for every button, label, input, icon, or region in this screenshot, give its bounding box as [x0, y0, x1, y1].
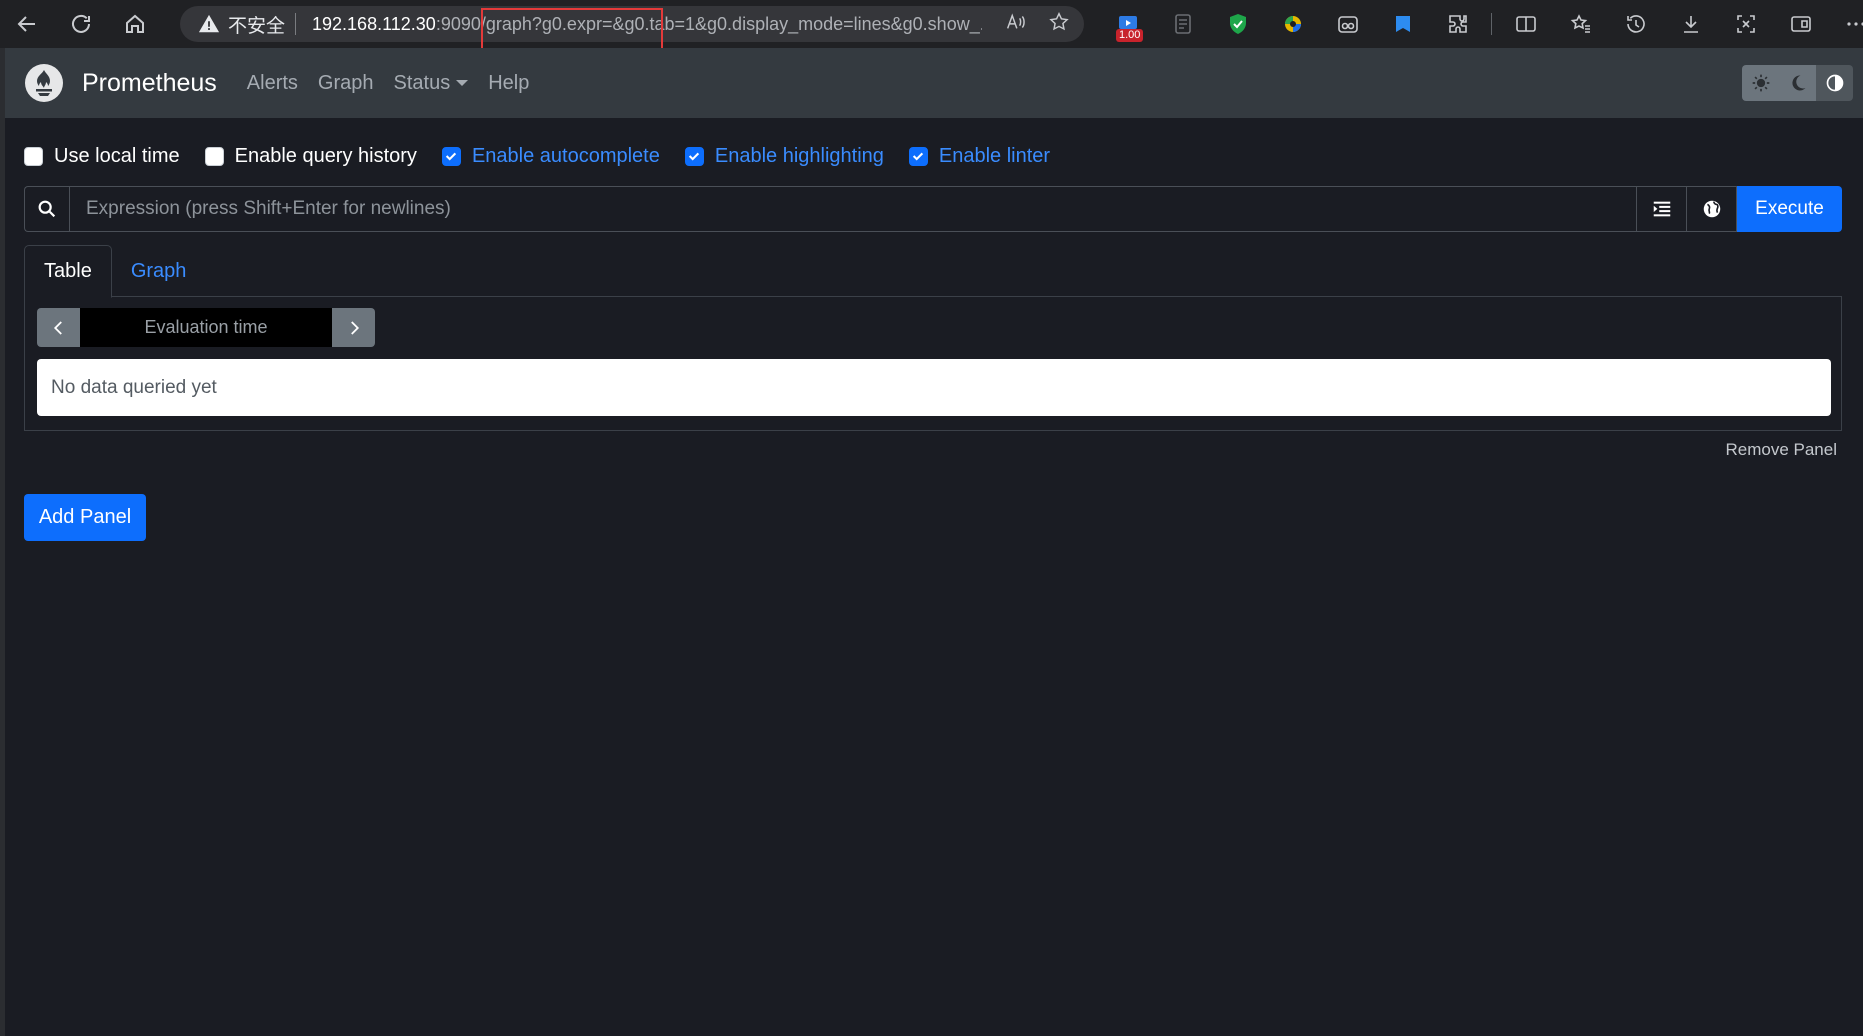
- chevron-right-icon: [350, 320, 359, 335]
- extension-glasses-icon[interactable]: [1320, 0, 1375, 48]
- option-enable-query-history[interactable]: Enable query history: [204, 144, 417, 168]
- execute-button[interactable]: Execute: [1737, 186, 1842, 232]
- browser-essentials-icon[interactable]: [1773, 0, 1828, 48]
- chevron-left-icon: [53, 320, 62, 335]
- option-enable-linter[interactable]: Enable linter: [908, 144, 1051, 168]
- table-panel-body: No data queried yet: [24, 297, 1842, 431]
- caret-down-icon: [456, 80, 469, 86]
- query-history-checkbox[interactable]: [204, 146, 224, 166]
- contrast-icon: [1826, 74, 1843, 92]
- browser-toolbar: 不安全 192.168.112.30:9090/graph?g0.expr=&g…: [0, 0, 1863, 63]
- remove-panel-link[interactable]: Remove Panel: [1725, 440, 1837, 460]
- back-icon[interactable]: [0, 0, 54, 48]
- option-label: Use local time: [54, 144, 180, 167]
- extension-shield-icon[interactable]: [1210, 0, 1265, 48]
- option-label: Enable query history: [234, 144, 417, 167]
- favorites-icon[interactable]: [1553, 0, 1608, 48]
- nav-link-status-label: Status: [393, 71, 451, 94]
- brand-title[interactable]: Prometheus: [82, 69, 217, 98]
- list-icon: [1653, 201, 1670, 217]
- extension-bookmark-icon[interactable]: [1375, 0, 1430, 48]
- panel-tabs: Table Graph: [24, 245, 1842, 298]
- read-aloud-icon[interactable]: [1004, 11, 1026, 38]
- main-content: Use local time Enable query history Enab…: [5, 118, 1863, 1036]
- eval-time-prev-button[interactable]: [37, 308, 80, 347]
- extensions-puzzle-icon[interactable]: [1430, 0, 1485, 48]
- theme-auto-button[interactable]: [1816, 65, 1853, 101]
- sun-icon: [1752, 74, 1769, 92]
- add-panel-button[interactable]: Add Panel: [24, 494, 146, 541]
- reload-icon[interactable]: [54, 0, 108, 48]
- eval-time-next-button[interactable]: [332, 308, 375, 347]
- checkmark-icon: [446, 152, 457, 161]
- metric-globe-button[interactable]: [1687, 186, 1737, 232]
- no-data-message: No data queried yet: [37, 359, 1831, 416]
- prometheus-logo-icon[interactable]: [24, 63, 64, 103]
- home-icon[interactable]: [108, 0, 162, 48]
- more-menu-icon[interactable]: [1828, 0, 1863, 48]
- theme-light-button[interactable]: [1742, 65, 1779, 101]
- expression-row: Execute: [24, 186, 1842, 232]
- search-icon: [24, 186, 69, 232]
- tab-table[interactable]: Table: [24, 245, 112, 298]
- screenshot-icon[interactable]: [1718, 0, 1773, 48]
- nav-link-graph[interactable]: Graph: [318, 72, 374, 95]
- extension-video-speed-icon[interactable]: 1.00: [1100, 0, 1155, 48]
- linter-checkbox[interactable]: [908, 146, 928, 166]
- option-use-local-time[interactable]: Use local time: [24, 145, 180, 168]
- option-enable-autocomplete[interactable]: Enable autocomplete: [441, 144, 660, 168]
- tab-graph[interactable]: Graph: [112, 245, 206, 297]
- address-bar[interactable]: 不安全 192.168.112.30:9090/graph?g0.expr=&g…: [180, 6, 1084, 63]
- autocomplete-checkbox[interactable]: [441, 146, 461, 166]
- insecure-label: 不安全: [228, 15, 286, 37]
- nav-link-status[interactable]: Status: [394, 72, 469, 95]
- address-separator: [295, 13, 297, 35]
- url-host: 192.168.112.30: [312, 13, 436, 34]
- theme-dark-button[interactable]: [1779, 65, 1816, 101]
- extension-badge: 1.00: [1116, 29, 1144, 42]
- option-label: Enable highlighting: [714, 144, 884, 167]
- warning-icon[interactable]: [198, 13, 220, 35]
- option-label: Enable linter: [938, 144, 1051, 167]
- extension-notes-icon[interactable]: [1155, 0, 1210, 48]
- nav-link-help[interactable]: Help: [488, 72, 529, 95]
- metrics-explorer-button[interactable]: [1637, 186, 1687, 232]
- highlighting-checkbox[interactable]: [684, 146, 704, 166]
- extension-colorful-icon[interactable]: [1265, 0, 1320, 48]
- split-screen-icon[interactable]: [1498, 0, 1553, 48]
- toolbar-divider: [1491, 13, 1492, 35]
- expression-input[interactable]: [69, 186, 1637, 232]
- checkmark-icon: [913, 152, 924, 161]
- favorite-star-icon[interactable]: [1048, 11, 1070, 38]
- use-local-time-checkbox[interactable]: [24, 146, 43, 166]
- globe-icon: [1703, 200, 1720, 218]
- option-label: Enable autocomplete: [471, 144, 660, 167]
- evaluation-time-control: [37, 308, 375, 347]
- moon-icon: [1791, 75, 1805, 91]
- url-port: :9090: [435, 13, 481, 34]
- downloads-icon[interactable]: [1663, 0, 1718, 48]
- option-enable-highlighting[interactable]: Enable highlighting: [684, 144, 884, 168]
- nav-link-alerts[interactable]: Alerts: [247, 72, 298, 95]
- checkmark-icon: [689, 152, 700, 161]
- history-icon[interactable]: [1608, 0, 1663, 48]
- theme-toggle-group: [1742, 65, 1853, 101]
- query-options: Use local time Enable query history Enab…: [24, 140, 1075, 172]
- evaluation-time-input[interactable]: [80, 308, 332, 347]
- app-navbar: Prometheus Alerts Graph Status Help: [5, 48, 1863, 118]
